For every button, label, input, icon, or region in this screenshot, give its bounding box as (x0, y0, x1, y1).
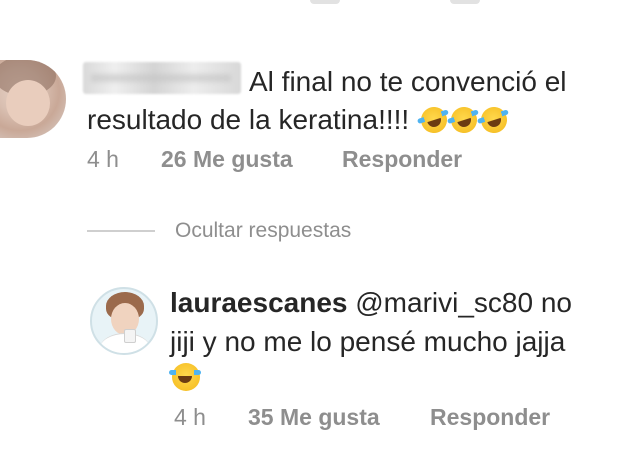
hide-replies-label: Ocultar respuestas (175, 219, 352, 242)
comment-text-line-1: Al final no te convenció el (249, 66, 567, 97)
reply-username[interactable]: lauraescanes (170, 287, 347, 318)
comment-text-line-2: resultado de la keratina!!!! (87, 101, 511, 139)
tears-of-joy-emoji-icon (169, 363, 201, 391)
hide-replies-button[interactable]: Ocultar respuestas (87, 216, 351, 246)
reply-text-tail: no (533, 287, 572, 318)
reply-time: 4 h (174, 404, 206, 430)
reply-text-line-1: lauraescanes @marivi_sc80 no (170, 284, 572, 322)
likes-count-button[interactable]: 26 Me gusta (161, 146, 293, 173)
reply-text-line-2: jiji y no me lo pensé mucho jajja (170, 326, 566, 357)
rofl-emoji-icon (447, 103, 481, 137)
comment-time: 4 h (87, 146, 119, 172)
rofl-emoji-icon (417, 103, 451, 137)
reply-reply-button[interactable]: Responder (430, 404, 550, 431)
rofl-emoji-icon (477, 103, 511, 137)
commenter-avatar[interactable] (0, 60, 66, 138)
reply-likes-count-button[interactable]: 35 Me gusta (248, 404, 380, 431)
cut-off-previous-meta (290, 0, 540, 8)
blurred-username[interactable] (83, 62, 241, 94)
reply-mention-link[interactable]: @marivi_sc80 (355, 287, 533, 318)
replies-divider (87, 230, 155, 232)
reply-emoji-line (169, 363, 201, 392)
reply-button[interactable]: Responder (342, 146, 462, 173)
reply-avatar[interactable] (90, 287, 158, 355)
